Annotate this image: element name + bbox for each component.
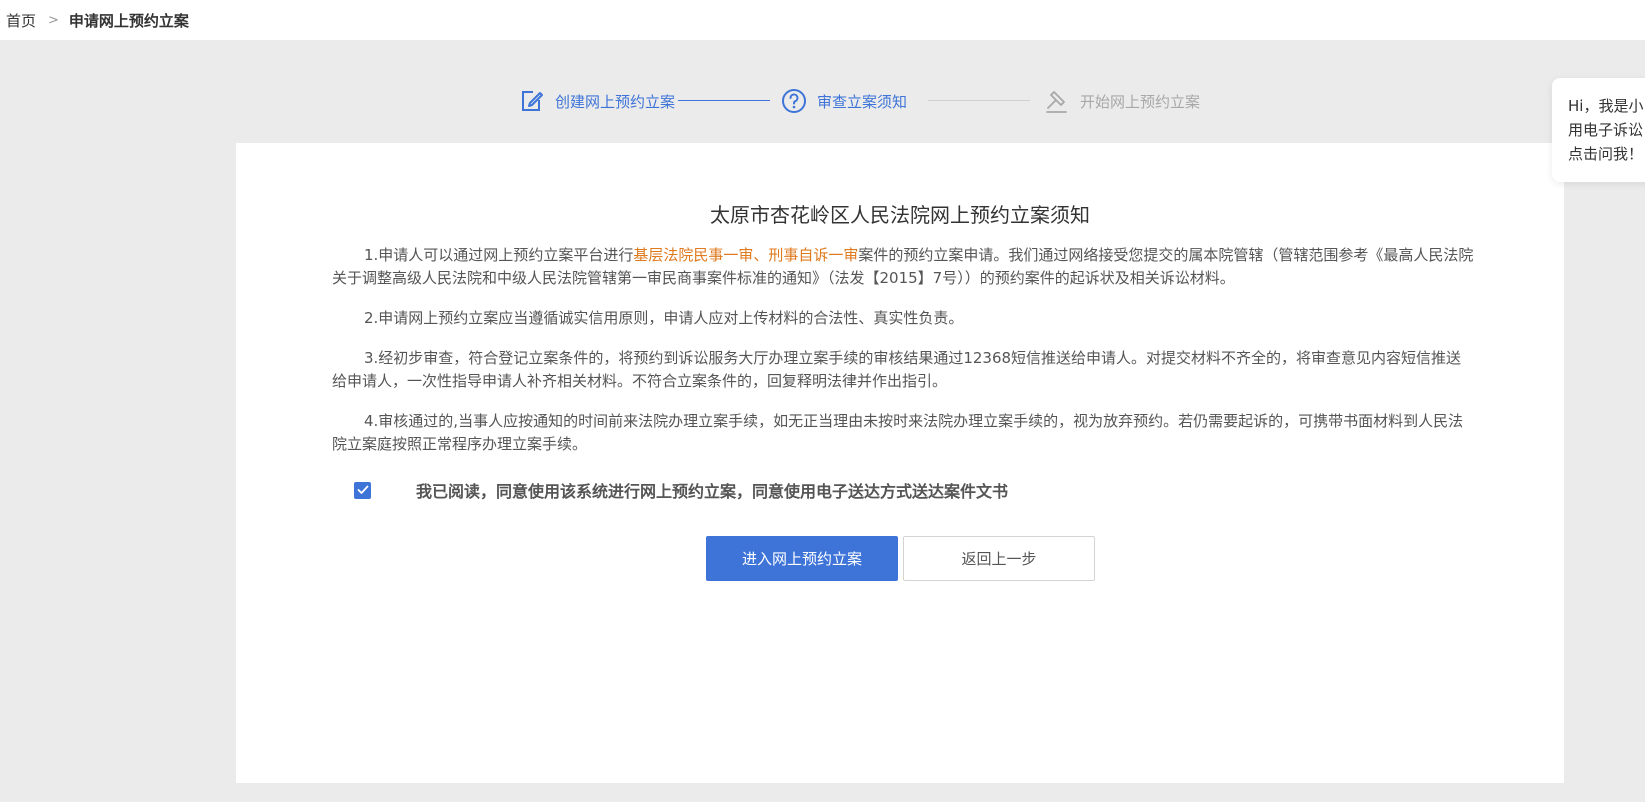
agree-checkbox[interactable]: [354, 481, 371, 499]
back-button[interactable]: 返回上一步: [903, 536, 1095, 581]
paragraph-text: 1.申请人可以通过网上预约立案平台进行: [364, 246, 634, 264]
agreement-row: 我已阅读，同意使用该系统进行网上预约立案，同意使用电子送达方式送达案件文书: [354, 478, 1008, 502]
enter-filing-button[interactable]: 进入网上预约立案: [706, 536, 898, 581]
edit-icon: [519, 88, 545, 114]
notice-paragraph-4: 4.审核通过的,当事人应按通知的时间前来法院办理立案手续，如无正当理由未按时来法…: [332, 412, 1464, 453]
chevron-right-icon: >: [48, 12, 59, 28]
step-start-filing: 开始网上预约立案: [1044, 84, 1200, 118]
assistant-popup[interactable]: Hi，我是小 用电子诉讼 点击问我！: [1552, 78, 1645, 182]
assistant-line-1: Hi，我是小: [1568, 97, 1644, 115]
assistant-line-2: 用电子诉讼: [1568, 121, 1644, 139]
step-review-notice: 审查立案须知: [781, 84, 907, 118]
notice-body: 1.申请人可以通过网上预约立案平台进行基层法院民事一审、刑事自诉一审案件的预约立…: [332, 244, 1474, 473]
step-label: 开始网上预约立案: [1080, 92, 1201, 111]
check-icon: [357, 485, 368, 494]
step-connector: [928, 100, 1030, 101]
notice-card: 太原市杏花岭区人民法院网上预约立案须知 1.申请人可以通过网上预约立案平台进行基…: [236, 143, 1564, 783]
assistant-line-3: 点击问我！: [1568, 145, 1644, 163]
step-connector: [678, 100, 770, 101]
notice-paragraph-3: 3.经初步审查，符合登记立案条件的，将预约到诉讼服务大厅办理立案手续的审核结果通…: [332, 349, 1462, 390]
step-label: 创建网上预约立案: [555, 92, 676, 111]
question-circle-icon: [781, 88, 807, 114]
breadcrumb: 首页 > 申请网上预约立案: [0, 0, 1645, 40]
breadcrumb-home-link[interactable]: 首页: [6, 10, 36, 31]
highlighted-case-types: 基层法院民事一审、刑事自诉一审: [633, 246, 859, 264]
gavel-icon: [1044, 88, 1070, 114]
step-progress: 创建网上预约立案 审查立案须知 开始网上预约立案: [0, 84, 1645, 118]
notice-paragraph-1: 1.申请人可以通过网上预约立案平台进行基层法院民事一审、刑事自诉一审案件的预约立…: [332, 244, 1474, 290]
notice-title: 太原市杏花岭区人民法院网上预约立案须知: [710, 203, 1090, 227]
step-create: 创建网上预约立案: [519, 84, 675, 118]
agreement-label[interactable]: 我已阅读，同意使用该系统进行网上预约立案，同意使用电子送达方式送达案件文书: [416, 478, 1008, 502]
notice-paragraph-2: 2.申请网上预约立案应当遵循诚实信用原则，申请人应对上传材料的合法性、真实性负责…: [364, 309, 964, 327]
step-label: 审查立案须知: [817, 92, 908, 111]
breadcrumb-current: 申请网上预约立案: [68, 11, 189, 30]
